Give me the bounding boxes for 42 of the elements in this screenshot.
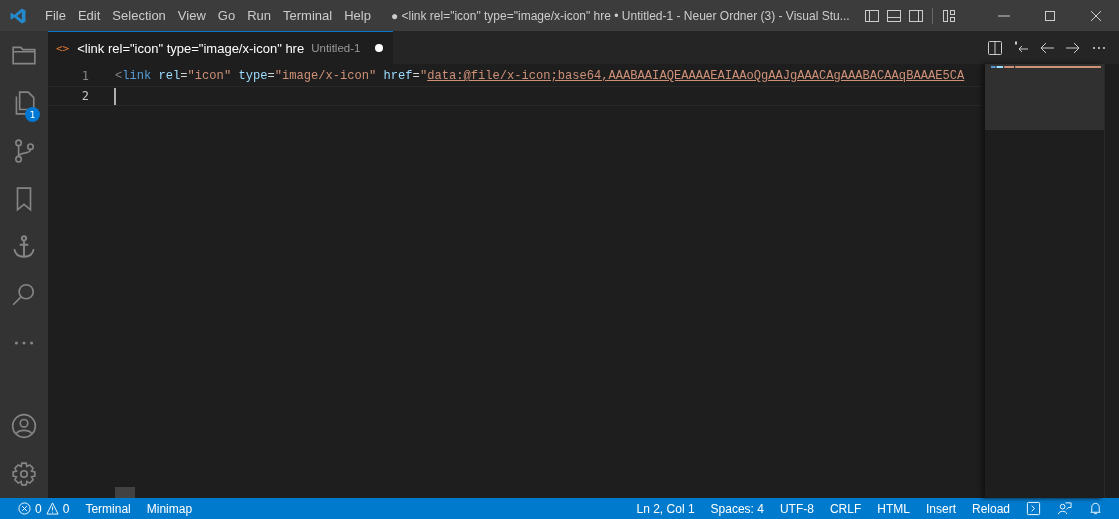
sidebar-toggle-icon[interactable] (863, 7, 880, 24)
status-item[interactable]: CRLF (821, 501, 870, 516)
menu-item[interactable]: Terminal (277, 8, 339, 23)
app-logo-icon (9, 6, 27, 25)
panel-toggle-icon[interactable] (885, 7, 902, 24)
code-line: <link rel="icon" type="image/x-icon" href="data:@file/x-icon;base64,AAABAAIAQEAAAAEAIAAoQgAAJgAAACAgAAABACAAqBAAAE5CA (115, 69, 965, 83)
menu-item[interactable]: Go (211, 8, 242, 23)
window-title: ● <link rel="icon" type="image/x-icon" hre • Untitled-1 - Neuer Ordner (3) - Visual Stu... (390, 8, 850, 23)
status-item[interactable]: Reload (963, 501, 1018, 516)
menu-item[interactable]: Edit (71, 8, 107, 23)
text-cursor (114, 87, 116, 105)
menu-item[interactable]: Selection (106, 8, 172, 23)
anchor-icon[interactable] (11, 234, 37, 260)
feedback-icon[interactable] (1057, 501, 1072, 516)
status-item[interactable]: Ln 2, Col 1 (628, 501, 703, 516)
layout-icon[interactable] (940, 7, 957, 24)
terminal-icon[interactable] (1026, 501, 1041, 516)
error-count[interactable]: 0 (35, 501, 42, 516)
menu-item[interactable]: Help (338, 8, 377, 23)
warning-icon[interactable] (45, 502, 59, 515)
scrollbar-thumb[interactable] (115, 487, 135, 498)
menu-item[interactable]: Run (241, 8, 277, 23)
line-number: 2 (80, 89, 90, 103)
settings-icon[interactable] (11, 461, 37, 487)
status-item[interactable]: Insert (917, 501, 964, 516)
secondary-sidebar-icon[interactable] (907, 7, 924, 24)
notification-icon[interactable] (1088, 501, 1103, 516)
line-number: 1 (80, 69, 90, 83)
status-item[interactable]: Minimap (138, 501, 201, 516)
menu-item[interactable]: File (39, 8, 72, 23)
editor-tab[interactable]: <> <link rel="icon" type="image/x-icon" hre Untitled-1 (48, 31, 394, 64)
search-icon[interactable] (11, 282, 37, 308)
account-icon[interactable] (11, 413, 37, 439)
menu-item[interactable]: View (171, 8, 212, 23)
status-item[interactable]: UTF-8 (771, 501, 822, 516)
status-item[interactable]: HTML (869, 501, 918, 516)
status-item[interactable]: Spaces: 4 (702, 501, 772, 516)
notification-badge: 1 (25, 107, 40, 122)
split-editor-icon[interactable] (987, 39, 1003, 56)
status-item[interactable]: Terminal (77, 501, 139, 516)
warning-count[interactable]: 0 (62, 501, 70, 516)
error-icon[interactable] (18, 502, 31, 515)
